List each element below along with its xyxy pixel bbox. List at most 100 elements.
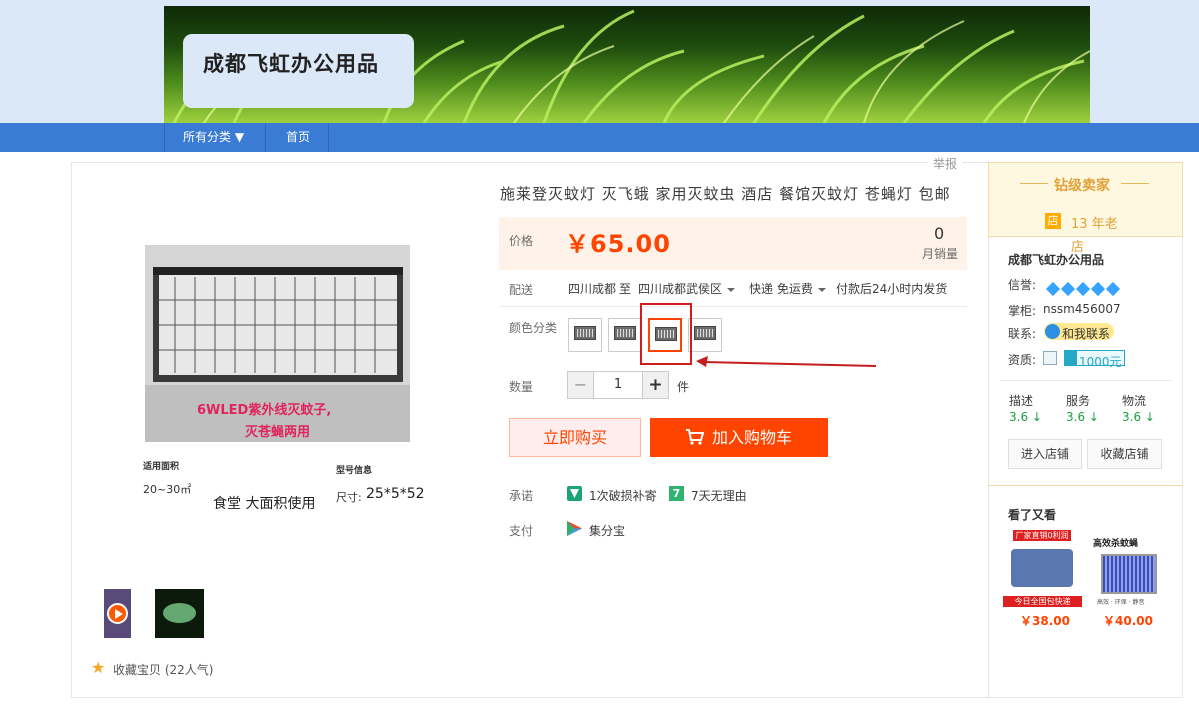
color-swatch-2[interactable]	[608, 318, 642, 352]
info-size-value: 25*5*52	[366, 486, 425, 502]
report-link[interactable]: 举报	[928, 155, 963, 172]
rating-logistics-value: 3.6 ↓	[1122, 410, 1155, 424]
diamond-icon	[1060, 281, 1076, 296]
enter-shop-button[interactable]: 进入店铺	[1008, 439, 1082, 469]
qualification-label: 资质:	[1008, 353, 1037, 367]
rating-service-label: 服务	[1066, 394, 1091, 408]
thumbnail-video[interactable]	[104, 589, 131, 638]
nav-divider	[164, 123, 165, 152]
recommend-item-1[interactable]: 厂家直销0利润 今日全国包快递	[1003, 529, 1082, 607]
annotation-arrow	[696, 356, 877, 367]
recommend-item-2[interactable]: 高效杀蚊蝇 高效 · 环保 · 静音	[1087, 534, 1161, 607]
nav-home[interactable]: 首页	[286, 123, 310, 152]
recommend-price-1: ￥38.00	[1020, 614, 1070, 628]
seller-level-line-left	[1020, 183, 1048, 184]
recommend-item-1-image	[1011, 549, 1073, 587]
divider	[1000, 380, 1172, 381]
ship-method-selector[interactable]: 快递 免运费	[749, 280, 826, 297]
contact-label: 联系:	[1008, 327, 1037, 341]
info-area-label: 适用面积	[143, 462, 180, 472]
info-area-value: 20~30㎡	[143, 483, 192, 496]
promise-label: 承诺	[509, 489, 534, 503]
price-label: 价格	[509, 234, 534, 248]
shield-icon	[567, 486, 582, 501]
jifenbao-icon	[567, 521, 582, 536]
ship-from: 四川成都	[568, 282, 617, 296]
nav-divider	[328, 123, 329, 152]
favorite-star-icon[interactable]: ★	[91, 660, 105, 676]
seller-shop-name[interactable]: 成都飞虹办公用品	[1008, 251, 1104, 268]
ship-to-selector[interactable]: 四川成都武侯区	[638, 280, 736, 297]
quantity-label: 数量	[509, 380, 534, 394]
recommend-tag-top: 厂家直销0利润	[1013, 530, 1071, 541]
product-main-image[interactable]: 6WLED紫外线灭蚊子, 灭苍蝇两用	[145, 245, 410, 442]
favorite-shop-button[interactable]: 收藏店铺	[1087, 439, 1162, 469]
rating-logistics-label: 物流	[1122, 394, 1147, 408]
image-caption-line2: 灭苍蝇两用	[245, 425, 311, 440]
quantity-decrement-button[interactable]: −	[567, 371, 594, 399]
buy-now-button[interactable]: 立即购买	[509, 418, 641, 457]
arrow-down-icon: ↓	[1031, 410, 1042, 424]
diamond-icon	[1075, 281, 1091, 296]
id-verified-icon[interactable]	[1043, 351, 1057, 365]
product-title: 施莱登灭蚊灯 灭飞蛾 家用灭蚊虫 酒店 餐馆灭蚊灯 苍蝇灯 包邮	[500, 185, 951, 203]
rating-desc-label: 描述	[1009, 394, 1034, 408]
ship-time: 付款后24小时内发货	[836, 282, 948, 296]
promise-damage-reship[interactable]: 1次破损补寄	[589, 487, 657, 504]
seller-level: 钻级卖家	[1054, 178, 1110, 194]
promise-7-day-return[interactable]: 7天无理由	[691, 487, 747, 504]
info-size-label: 尺寸:	[336, 491, 362, 504]
divider	[499, 306, 967, 307]
thumbnail-image[interactable]	[155, 589, 204, 638]
recommend-tag-bottom: 今日全国包快递	[1003, 596, 1082, 607]
recommend-price-2: ￥40.00	[1103, 614, 1153, 628]
recommend-tag-bottom: 高效 · 环保 · 静音	[1097, 599, 1145, 606]
diamond-icon	[1045, 281, 1061, 296]
nav-all-categories[interactable]: 所有分类 ▼	[183, 123, 244, 152]
quantity-increment-button[interactable]: +	[642, 371, 669, 399]
recommend-tag-top: 高效杀蚊蝇	[1093, 539, 1139, 549]
chat-icon	[1045, 324, 1060, 339]
info-model-label: 型号信息	[336, 466, 373, 476]
quantity-unit: 件	[677, 380, 690, 394]
rating-desc-value: 3.6 ↓	[1009, 410, 1042, 424]
recommend-item-2-image	[1101, 554, 1157, 594]
diamond-icon	[1090, 281, 1106, 296]
deposit-amount: 1000元	[1079, 355, 1122, 369]
credit-label: 信誉:	[1008, 278, 1037, 292]
keeper-label: 掌柜:	[1008, 304, 1037, 318]
deposit-badge[interactable]: 1000元	[1064, 350, 1125, 369]
recommend-title: 看了又看	[1008, 508, 1057, 522]
payment-method[interactable]: 集分宝	[589, 522, 625, 539]
monthly-sales-count: 0	[934, 224, 945, 243]
diamond-icon	[1105, 281, 1121, 296]
info-usage: 食堂 大面积使用	[213, 496, 316, 512]
image-caption-line1: 6WLED紫外线灭蚊子,	[197, 403, 332, 418]
color-swatch-4[interactable]	[688, 318, 722, 352]
add-to-cart-button[interactable]: 加入购物车	[650, 418, 828, 457]
contact-seller-label: 和我联系	[1062, 327, 1111, 341]
add-to-cart-label: 加入购物车	[711, 428, 792, 447]
seven-days-icon: 7	[669, 486, 684, 501]
arrow-down-icon: ↓	[1088, 410, 1099, 424]
highlight-box	[640, 303, 692, 365]
keeper-id[interactable]: nssm456007	[1043, 302, 1121, 316]
color-swatch-1[interactable]	[568, 318, 602, 352]
ship-to-label: 四川成都武侯区	[638, 282, 723, 296]
favorite-item-link[interactable]: 收藏宝贝 (22人气)	[113, 661, 213, 678]
chevron-down-icon	[727, 287, 736, 292]
color-category-label: 颜色分类	[509, 321, 558, 335]
chevron-down-icon	[817, 287, 826, 292]
cart-icon	[685, 429, 705, 445]
nav-divider	[265, 123, 266, 152]
divider	[988, 485, 1183, 486]
quantity-input[interactable]: 1	[593, 371, 643, 399]
payment-label: 支付	[509, 524, 534, 538]
shop-name-badge[interactable]: 成都飞虹办公用品	[183, 34, 414, 108]
contact-seller-button[interactable]: 和我联系	[1044, 323, 1115, 341]
shop-icon: 店	[1045, 213, 1061, 229]
product-price: ￥65.00	[565, 230, 671, 258]
shield-icon	[1065, 351, 1077, 365]
monthly-sales-label: 月销量	[922, 247, 959, 261]
seller-level-line-right	[1121, 183, 1149, 184]
